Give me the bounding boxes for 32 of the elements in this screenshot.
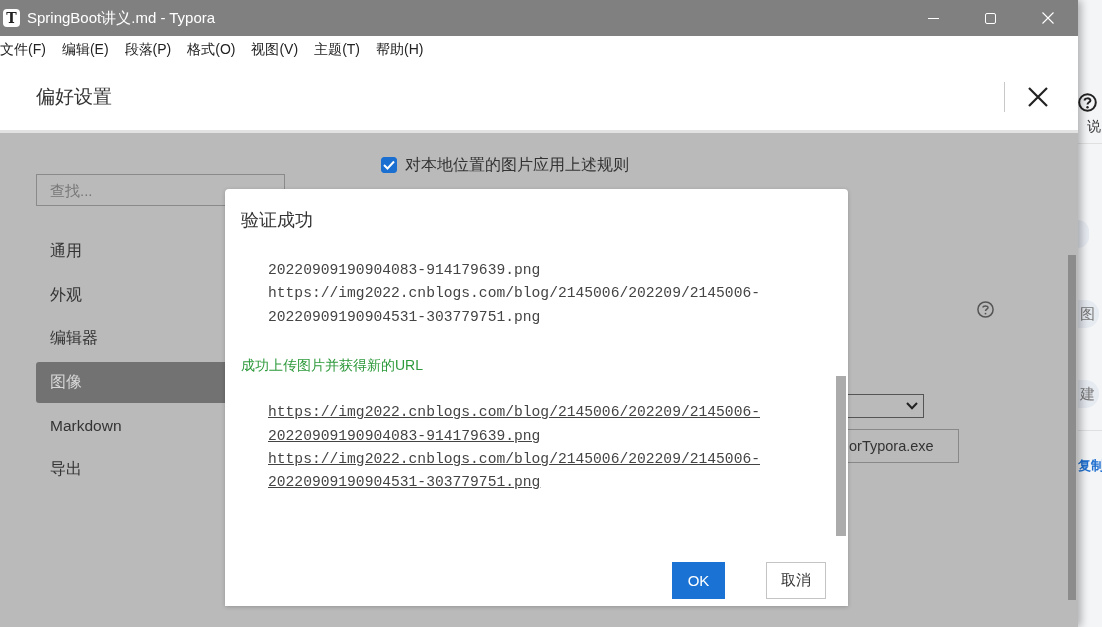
tag-chip[interactable]: 建: [1078, 380, 1099, 408]
scrollbar-thumb[interactable]: [1068, 255, 1076, 600]
close-icon: [1041, 12, 1054, 24]
toolbar-label: 说: [1087, 117, 1101, 135]
search-field[interactable]: 查找...: [36, 174, 285, 206]
menu-item[interactable]: 编辑(E): [61, 41, 109, 59]
tag-chip[interactable]: 图: [1078, 300, 1099, 328]
menu-item[interactable]: 格式(O): [187, 41, 236, 59]
checkbox-label: 对本地位置的图片应用上述规则: [405, 154, 629, 175]
checkbox[interactable]: [381, 157, 397, 173]
minimize-icon: [928, 17, 939, 19]
menu-item[interactable]: 段落(P): [124, 41, 172, 59]
tag-chip[interactable]: [1078, 220, 1089, 248]
log-line: 20220909190904083-914179639.png: [268, 261, 542, 280]
menu-item[interactable]: 文件(F): [0, 41, 46, 59]
scrollbar-thumb[interactable]: [836, 376, 846, 536]
ok-button[interactable]: OK: [672, 562, 725, 599]
dialog-title: 验证成功: [241, 209, 314, 231]
maximize-icon: [985, 12, 996, 24]
app-logo: T: [3, 9, 20, 27]
preferences-title: 偏好设置: [36, 85, 112, 109]
close-button[interactable]: [1028, 87, 1048, 107]
log-line: https://img2022.cnblogs.com/blog/2145006/202209/2145006-20220909190904531-303779751.png: [268, 284, 760, 327]
menu-item[interactable]: 主题(T): [314, 41, 360, 59]
cancel-button[interactable]: 取消: [766, 562, 826, 599]
menu-item[interactable]: 视图(V): [251, 41, 299, 59]
help-icon[interactable]: [1078, 93, 1097, 112]
url-link[interactable]: https://img2022.cnblogs.com/blog/2145006/202209/2145006-20220909190904531-303779751.png: [268, 448, 760, 495]
caret-icon: [906, 402, 918, 410]
menu-item[interactable]: 帮助(H): [376, 41, 424, 59]
close-icon: [1028, 87, 1048, 107]
window-title: SpringBoot讲义.md - Typora: [27, 8, 216, 28]
